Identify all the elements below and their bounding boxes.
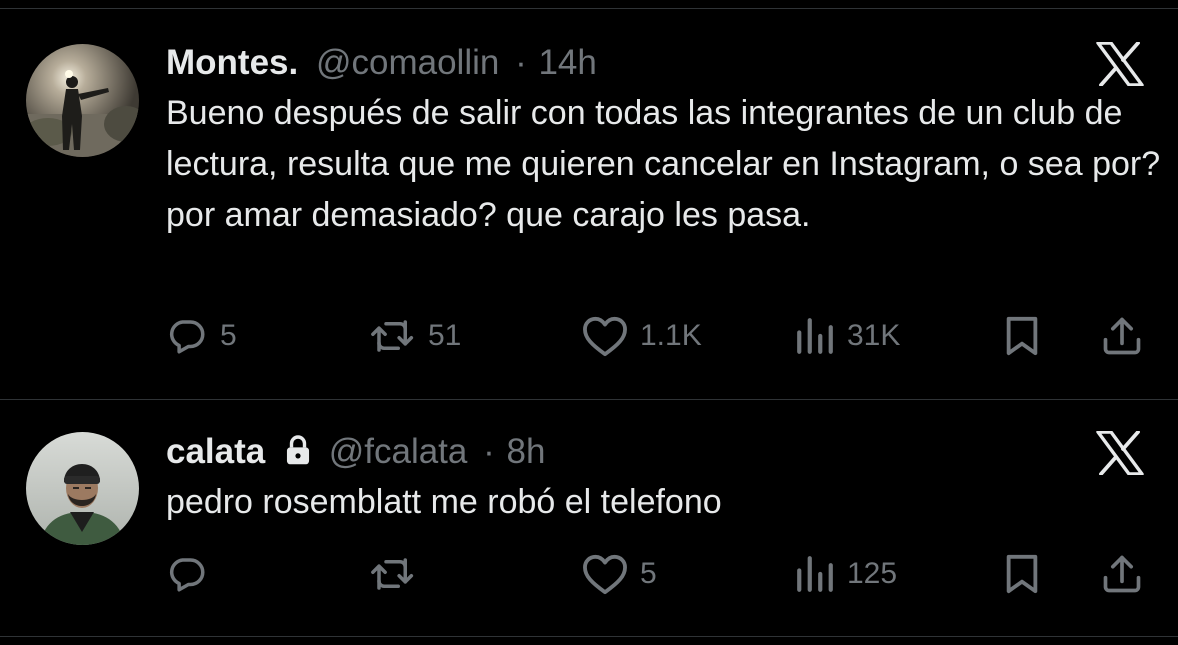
separator-dot: · <box>483 432 495 471</box>
avatar-photo-icon <box>26 432 139 545</box>
bookmark-button[interactable] <box>1002 313 1042 359</box>
views-count: 31K <box>847 319 901 352</box>
tweet-text: Bueno después de salir con todas las int… <box>166 94 1161 234</box>
repost-button[interactable] <box>370 551 428 597</box>
timestamp[interactable]: 8h <box>507 432 546 471</box>
tweet-actions: 5 125 <box>0 551 1178 597</box>
share-icon <box>1103 317 1141 355</box>
tweet-1[interactable]: Montes. @comaollin · 14h Bueno después d… <box>0 0 1178 398</box>
timestamp[interactable]: 14h <box>538 43 596 82</box>
repost-icon <box>371 320 414 352</box>
user-handle[interactable]: @comaollin <box>316 43 499 82</box>
share-icon <box>1103 555 1141 593</box>
reply-icon <box>169 320 205 354</box>
heart-icon <box>583 316 627 357</box>
bottom-divider <box>0 636 1178 637</box>
x-logo-icon <box>1096 431 1144 475</box>
tweet-text: pedro rosemblatt me robó el telefono <box>166 483 722 521</box>
bookmark-icon <box>1006 554 1038 594</box>
share-button[interactable] <box>1100 313 1144 359</box>
avatar[interactable] <box>26 44 139 157</box>
tweet-2[interactable]: calata @fcalata · 8h pedro rosemblatt me… <box>0 400 1178 636</box>
reply-icon <box>169 558 205 592</box>
views-icon <box>797 318 833 354</box>
like-count: 1.1K <box>640 319 702 352</box>
reply-count: 5 <box>220 319 237 352</box>
separator-dot: · <box>515 43 527 82</box>
repost-button[interactable]: 51 <box>370 313 461 359</box>
views-button[interactable]: 125 <box>795 551 897 597</box>
repost-count: 51 <box>428 319 462 352</box>
reply-button[interactable] <box>166 551 220 597</box>
reply-button[interactable]: 5 <box>166 313 237 359</box>
avatar-photo-icon <box>26 44 139 157</box>
repost-icon <box>371 558 414 590</box>
x-logo-icon <box>1096 42 1144 86</box>
tweet-header: calata @fcalata · 8h <box>166 432 545 472</box>
views-count: 125 <box>847 557 898 590</box>
lock-icon <box>286 435 310 465</box>
like-button[interactable]: 5 <box>582 551 657 597</box>
tweet-header: Montes. @comaollin · 14h <box>166 43 597 83</box>
avatar[interactable] <box>26 432 139 545</box>
share-button[interactable] <box>1100 551 1144 597</box>
display-name[interactable]: calata <box>166 432 265 471</box>
like-button[interactable]: 1.1K <box>582 313 702 359</box>
views-button[interactable]: 31K <box>795 313 900 359</box>
heart-icon <box>583 554 627 595</box>
bookmark-icon <box>1006 316 1038 356</box>
display-name[interactable]: Montes. <box>166 43 298 82</box>
bookmark-button[interactable] <box>1002 551 1042 597</box>
views-icon <box>797 556 833 592</box>
tweet-actions: 5 51 1.1K 31K <box>0 313 1178 359</box>
like-count: 5 <box>640 557 657 590</box>
user-handle[interactable]: @fcalata <box>329 432 468 471</box>
